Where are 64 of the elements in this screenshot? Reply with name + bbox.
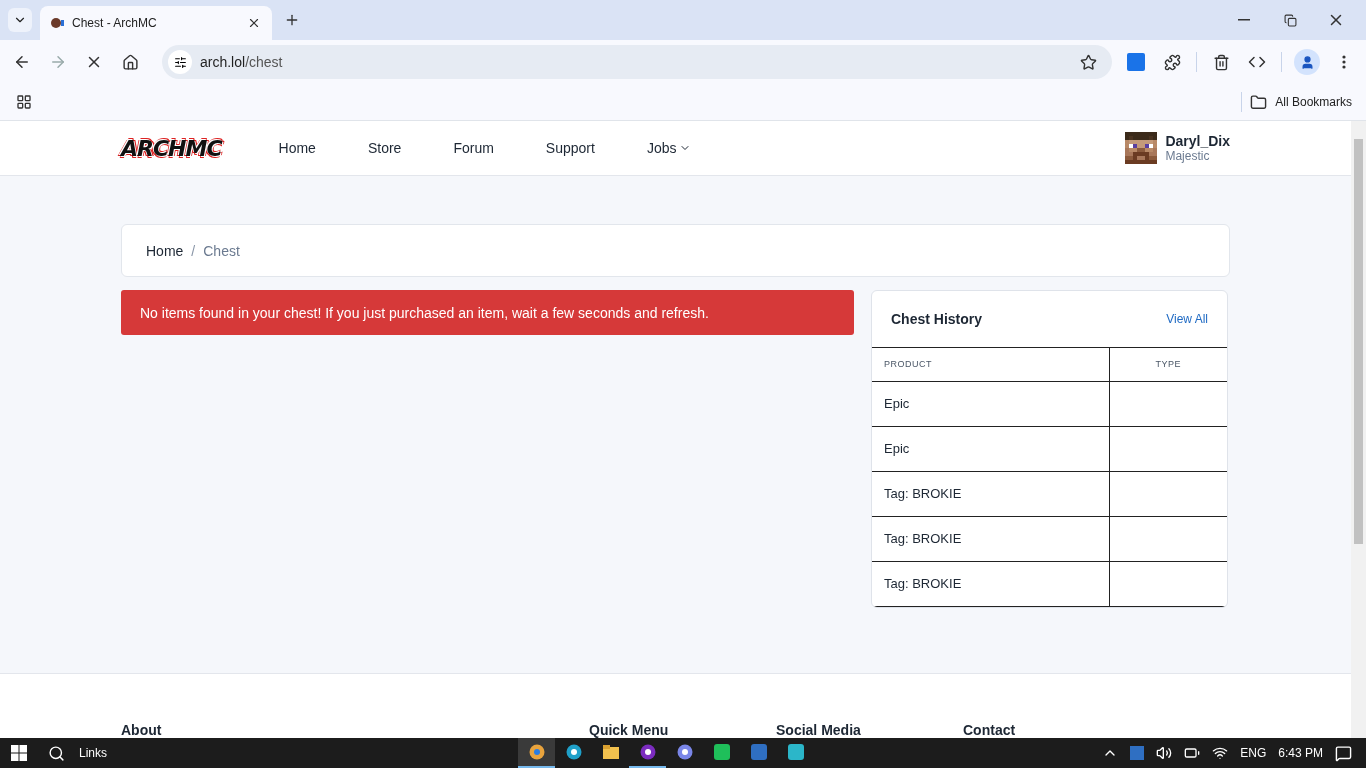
trash-icon <box>1212 53 1230 71</box>
error-alert: No items found in your chest! If you just purchased an item, wait a few seconds and refresh. <box>121 290 854 335</box>
menu-icon <box>1342 55 1346 69</box>
close-icon <box>247 16 261 30</box>
plus-icon <box>284 12 300 28</box>
folder-icon[interactable] <box>1250 93 1268 111</box>
scrollbar[interactable] <box>1351 121 1366 738</box>
card-title: Chest History <box>891 311 983 327</box>
extension-icon <box>1127 53 1145 71</box>
footer-heading: Social Media <box>776 722 862 738</box>
browser-tab[interactable]: Chest - ArchMC <box>40 6 272 40</box>
restore-icon <box>1283 13 1297 27</box>
nav-link[interactable]: Home <box>278 140 342 156</box>
breadcrumb-link[interactable]: Chest <box>203 242 240 259</box>
profile-button[interactable] <box>1294 49 1320 75</box>
minimize-icon <box>1238 19 1250 21</box>
taskbar-search[interactable]: Links <box>38 744 518 762</box>
app-icon <box>639 744 656 760</box>
favicon-icon <box>50 17 64 29</box>
table-cell: Epic <box>872 381 1109 426</box>
footer-heading: Quick Menu <box>589 722 670 738</box>
avatar-icon <box>1125 132 1158 164</box>
forward-arrow-icon <box>49 53 67 71</box>
nav-link[interactable]: Store <box>367 140 428 156</box>
site-settings-icon[interactable] <box>168 50 192 74</box>
search-icon <box>48 744 65 762</box>
grid-icon <box>16 94 32 110</box>
user-rank: Majestic <box>1165 149 1211 163</box>
clock[interactable]: 6:43 PM <box>1278 746 1323 760</box>
breadcrumb-separator: / <box>191 242 196 259</box>
view-all-link[interactable]: View All <box>1166 312 1208 326</box>
windows-logo-icon <box>11 745 27 761</box>
notifications-icon[interactable] <box>1335 744 1352 762</box>
app-icon <box>713 744 730 760</box>
app-icon <box>750 744 767 760</box>
site-logo[interactable]: ARCHMC <box>121 135 222 161</box>
table-cell: Tag: BROKIE <box>872 471 1109 516</box>
tab-list-button[interactable] <box>8 8 32 32</box>
sliders-icon <box>173 55 187 69</box>
nav-link[interactable]: Jobs <box>646 140 718 156</box>
column-header: TYPE <box>1109 348 1227 381</box>
all-bookmarks-link[interactable]: All Bookmarks <box>1275 95 1352 109</box>
battery-icon[interactable] <box>1184 745 1201 761</box>
language-indicator[interactable]: ENG <box>1240 746 1267 760</box>
table-cell: Tag: BROKIE <box>872 516 1109 561</box>
nav-link[interactable]: Forum <box>453 140 520 156</box>
table-cell: Epic <box>872 426 1109 471</box>
username[interactable]: Daryl_Dix <box>1165 133 1230 149</box>
app-icon <box>787 744 804 760</box>
wifi-icon[interactable] <box>1212 745 1229 761</box>
volume-icon[interactable] <box>1156 745 1173 761</box>
puzzle-icon <box>1163 53 1181 71</box>
address-bar[interactable]: arch.lol/chest <box>162 45 1112 79</box>
footer-heading: About <box>121 722 163 738</box>
app-tray-icon[interactable] <box>1130 746 1145 760</box>
extension-button[interactable] <box>1124 50 1148 74</box>
star-icon <box>1079 53 1097 71</box>
nav-link[interactable]: Support <box>545 140 621 156</box>
person-icon <box>1299 54 1315 70</box>
home-icon <box>121 53 139 71</box>
column-header: PRODUCT <box>872 348 1109 381</box>
folder-icon <box>602 745 619 759</box>
breadcrumb-link[interactable]: Home <box>146 242 184 259</box>
footer-heading: Contact <box>963 722 1017 738</box>
